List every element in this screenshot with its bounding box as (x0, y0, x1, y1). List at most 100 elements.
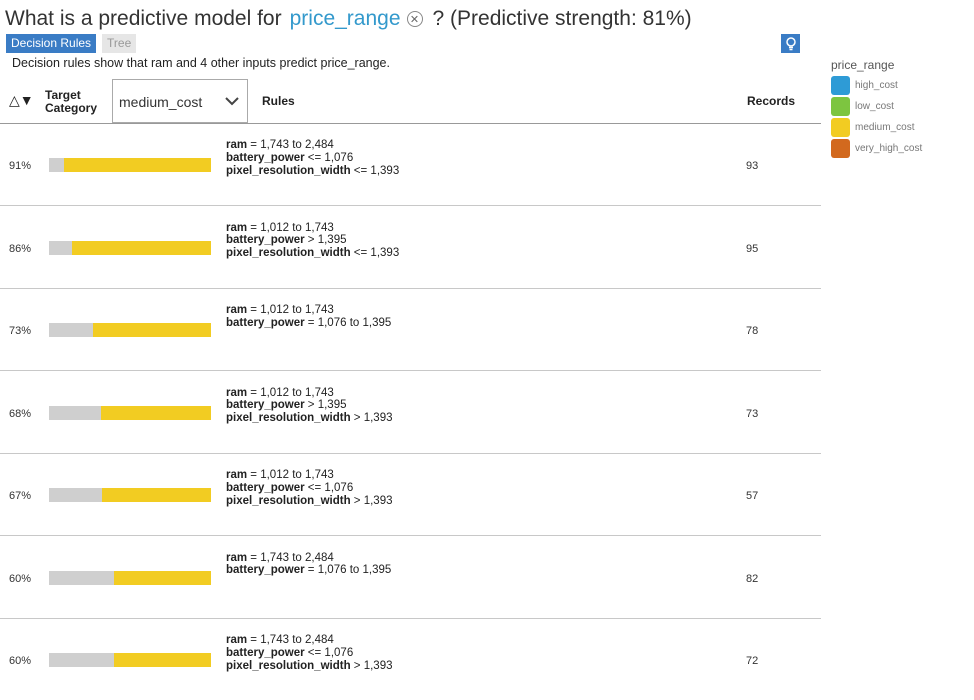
record-count: 73 (746, 407, 759, 420)
rule-conditions: ram = 1,743 to 2,484 battery_power <= 1,0… (226, 634, 393, 672)
table-row[interactable]: 60% ram = 1,743 to 2,484 battery_power <= … (0, 619, 821, 700)
percentage-bar-fill (113, 570, 211, 585)
target-variable-link[interactable]: price_range (290, 7, 401, 31)
target-category-dropdown[interactable]: medium_cost (112, 79, 248, 123)
rule-condition: ram = 1,743 to 2,484 (226, 139, 399, 152)
rule-field: pixel_resolution_width (226, 164, 351, 177)
rule-condition-value: <= 1,076 (304, 646, 354, 659)
table-row[interactable]: 91% ram = 1,743 to 2,484 battery_power <= … (0, 124, 821, 206)
rule-field: ram (226, 551, 248, 564)
rule-condition-value: > 1,395 (304, 399, 347, 412)
rule-field: pixel_resolution_width (226, 412, 351, 425)
percentage-bar-fill (102, 488, 211, 502)
rule-condition: pixel_resolution_width > 1,393 (226, 412, 393, 425)
legend-title: price_range (831, 58, 895, 72)
rule-condition: pixel_resolution_width <= 1,393 (226, 247, 399, 260)
question-title: What is a predictive model for price_ran… (5, 4, 692, 34)
rule-conditions: ram = 1,012 to 1,743 battery_power = 1,07… (226, 304, 391, 330)
rule-condition: battery_power <= 1,076 (226, 647, 393, 660)
table-row[interactable]: 67% ram = 1,012 to 1,743 battery_power <= … (0, 454, 821, 536)
rule-condition-value: > 1,393 (350, 659, 393, 672)
rule-condition-value: = 1,012 to 1,743 (247, 221, 334, 234)
tab-decision-rules[interactable]: Decision Rules (6, 34, 97, 53)
rule-field: battery_power (226, 564, 305, 577)
rule-condition-value: = 1,743 to 2,484 (247, 139, 334, 151)
table-header: △▼ Target Category medium_cost Rules Rec… (0, 79, 821, 124)
record-count: 95 (746, 242, 759, 255)
table-row[interactable]: 86% ram = 1,012 to 1,743 battery_power > 1… (0, 207, 821, 289)
target-percentage: 73% (9, 325, 32, 337)
rule-field: ram (226, 634, 248, 646)
rule-condition: battery_power <= 1,076 (226, 482, 393, 495)
rule-field: ram (226, 386, 248, 399)
dropdown-selected-value: medium_cost (119, 94, 203, 110)
rule-condition: battery_power = 1,076 to 1,395 (226, 317, 391, 330)
rule-condition-value: > 1,395 (304, 234, 347, 247)
rule-condition-value: = 1,743 to 2,484 (247, 551, 334, 564)
rule-field: battery_power (226, 399, 305, 412)
rule-field: pixel_resolution_width (226, 247, 351, 260)
rule-condition-value: = 1,012 to 1,743 (247, 386, 334, 399)
rule-condition-value: <= 1,076 (304, 481, 354, 494)
rule-condition: battery_power > 1,395 (226, 234, 399, 247)
rule-condition: ram = 1,012 to 1,743 (226, 304, 391, 317)
rule-field: pixel_resolution_width (226, 494, 351, 507)
percentage-bar (49, 405, 211, 420)
legend-label: low_cost (855, 101, 894, 112)
table-row[interactable]: 73% ram = 1,012 to 1,743 battery_power = 1… (0, 289, 821, 371)
rule-condition-value: <= 1,393 (350, 247, 400, 260)
sort-toggle-icon[interactable]: △▼ (9, 92, 34, 109)
target-percentage: 60% (9, 655, 32, 667)
rule-condition: ram = 1,743 to 2,484 (226, 552, 391, 565)
view-tabs: Decision Rules Tree (6, 34, 137, 53)
record-count: 57 (746, 490, 759, 502)
rule-field: ram (226, 304, 248, 316)
rule-field: pixel_resolution_width (226, 659, 351, 672)
rule-conditions: ram = 1,743 to 2,484 battery_power <= 1,0… (226, 139, 399, 177)
table-row[interactable]: 68% ram = 1,012 to 1,743 battery_power > 1… (0, 372, 821, 454)
percentage-bar-fill (63, 158, 211, 172)
rules-header: Rules (262, 94, 295, 108)
clear-target-icon[interactable]: ✕ (406, 11, 423, 27)
legend-item[interactable]: very_high_cost (831, 138, 922, 159)
rule-field: battery_power (226, 234, 305, 247)
rule-condition-value: <= 1,393 (350, 164, 400, 177)
rule-field: battery_power (226, 316, 305, 329)
rule-condition: ram = 1,012 to 1,743 (226, 387, 393, 400)
rule-field: ram (226, 139, 248, 151)
rule-condition: ram = 1,012 to 1,743 (226, 469, 393, 482)
target-category-header: Target Category (45, 89, 97, 115)
lightbulb-icon (785, 36, 796, 50)
rule-condition-value: = 1,012 to 1,743 (247, 304, 334, 316)
percentage-bar (49, 158, 211, 172)
insight-bulb-button[interactable] (781, 34, 800, 53)
percentage-bar-fill (100, 405, 211, 420)
target-percentage: 67% (9, 490, 32, 502)
table-row[interactable]: 60% ram = 1,743 to 2,484 battery_power = 1… (0, 537, 821, 619)
legend-label: medium_cost (855, 122, 915, 133)
chevron-down-icon (225, 97, 239, 106)
rule-condition-value: > 1,393 (350, 412, 393, 425)
percentage-bar (49, 653, 211, 667)
tab-tree[interactable]: Tree (102, 34, 137, 53)
target-percentage: 86% (9, 242, 32, 255)
percentage-bar (49, 488, 211, 502)
records-header[interactable]: Records (747, 94, 795, 108)
target-percentage: 91% (9, 160, 32, 172)
record-count: 78 (746, 325, 759, 337)
target-category-header-line2: Category (45, 101, 98, 115)
question-prefix: What is a predictive model for (5, 7, 282, 30)
record-count: 82 (746, 572, 759, 585)
legend-item[interactable]: medium_cost (831, 117, 922, 138)
rule-condition-value: = 1,743 to 2,484 (247, 634, 334, 646)
target-percentage: 60% (9, 572, 32, 585)
rule-condition: pixel_resolution_width > 1,393 (226, 660, 393, 673)
rule-field: battery_power (226, 481, 305, 494)
legend-item[interactable]: low_cost (831, 96, 922, 117)
percentage-bar-fill (71, 240, 211, 255)
rule-condition: ram = 1,743 to 2,484 (226, 634, 393, 647)
percentage-bar (49, 240, 211, 255)
percentage-bar (49, 323, 211, 337)
legend-item[interactable]: high_cost (831, 75, 922, 96)
rule-field: ram (226, 221, 248, 234)
